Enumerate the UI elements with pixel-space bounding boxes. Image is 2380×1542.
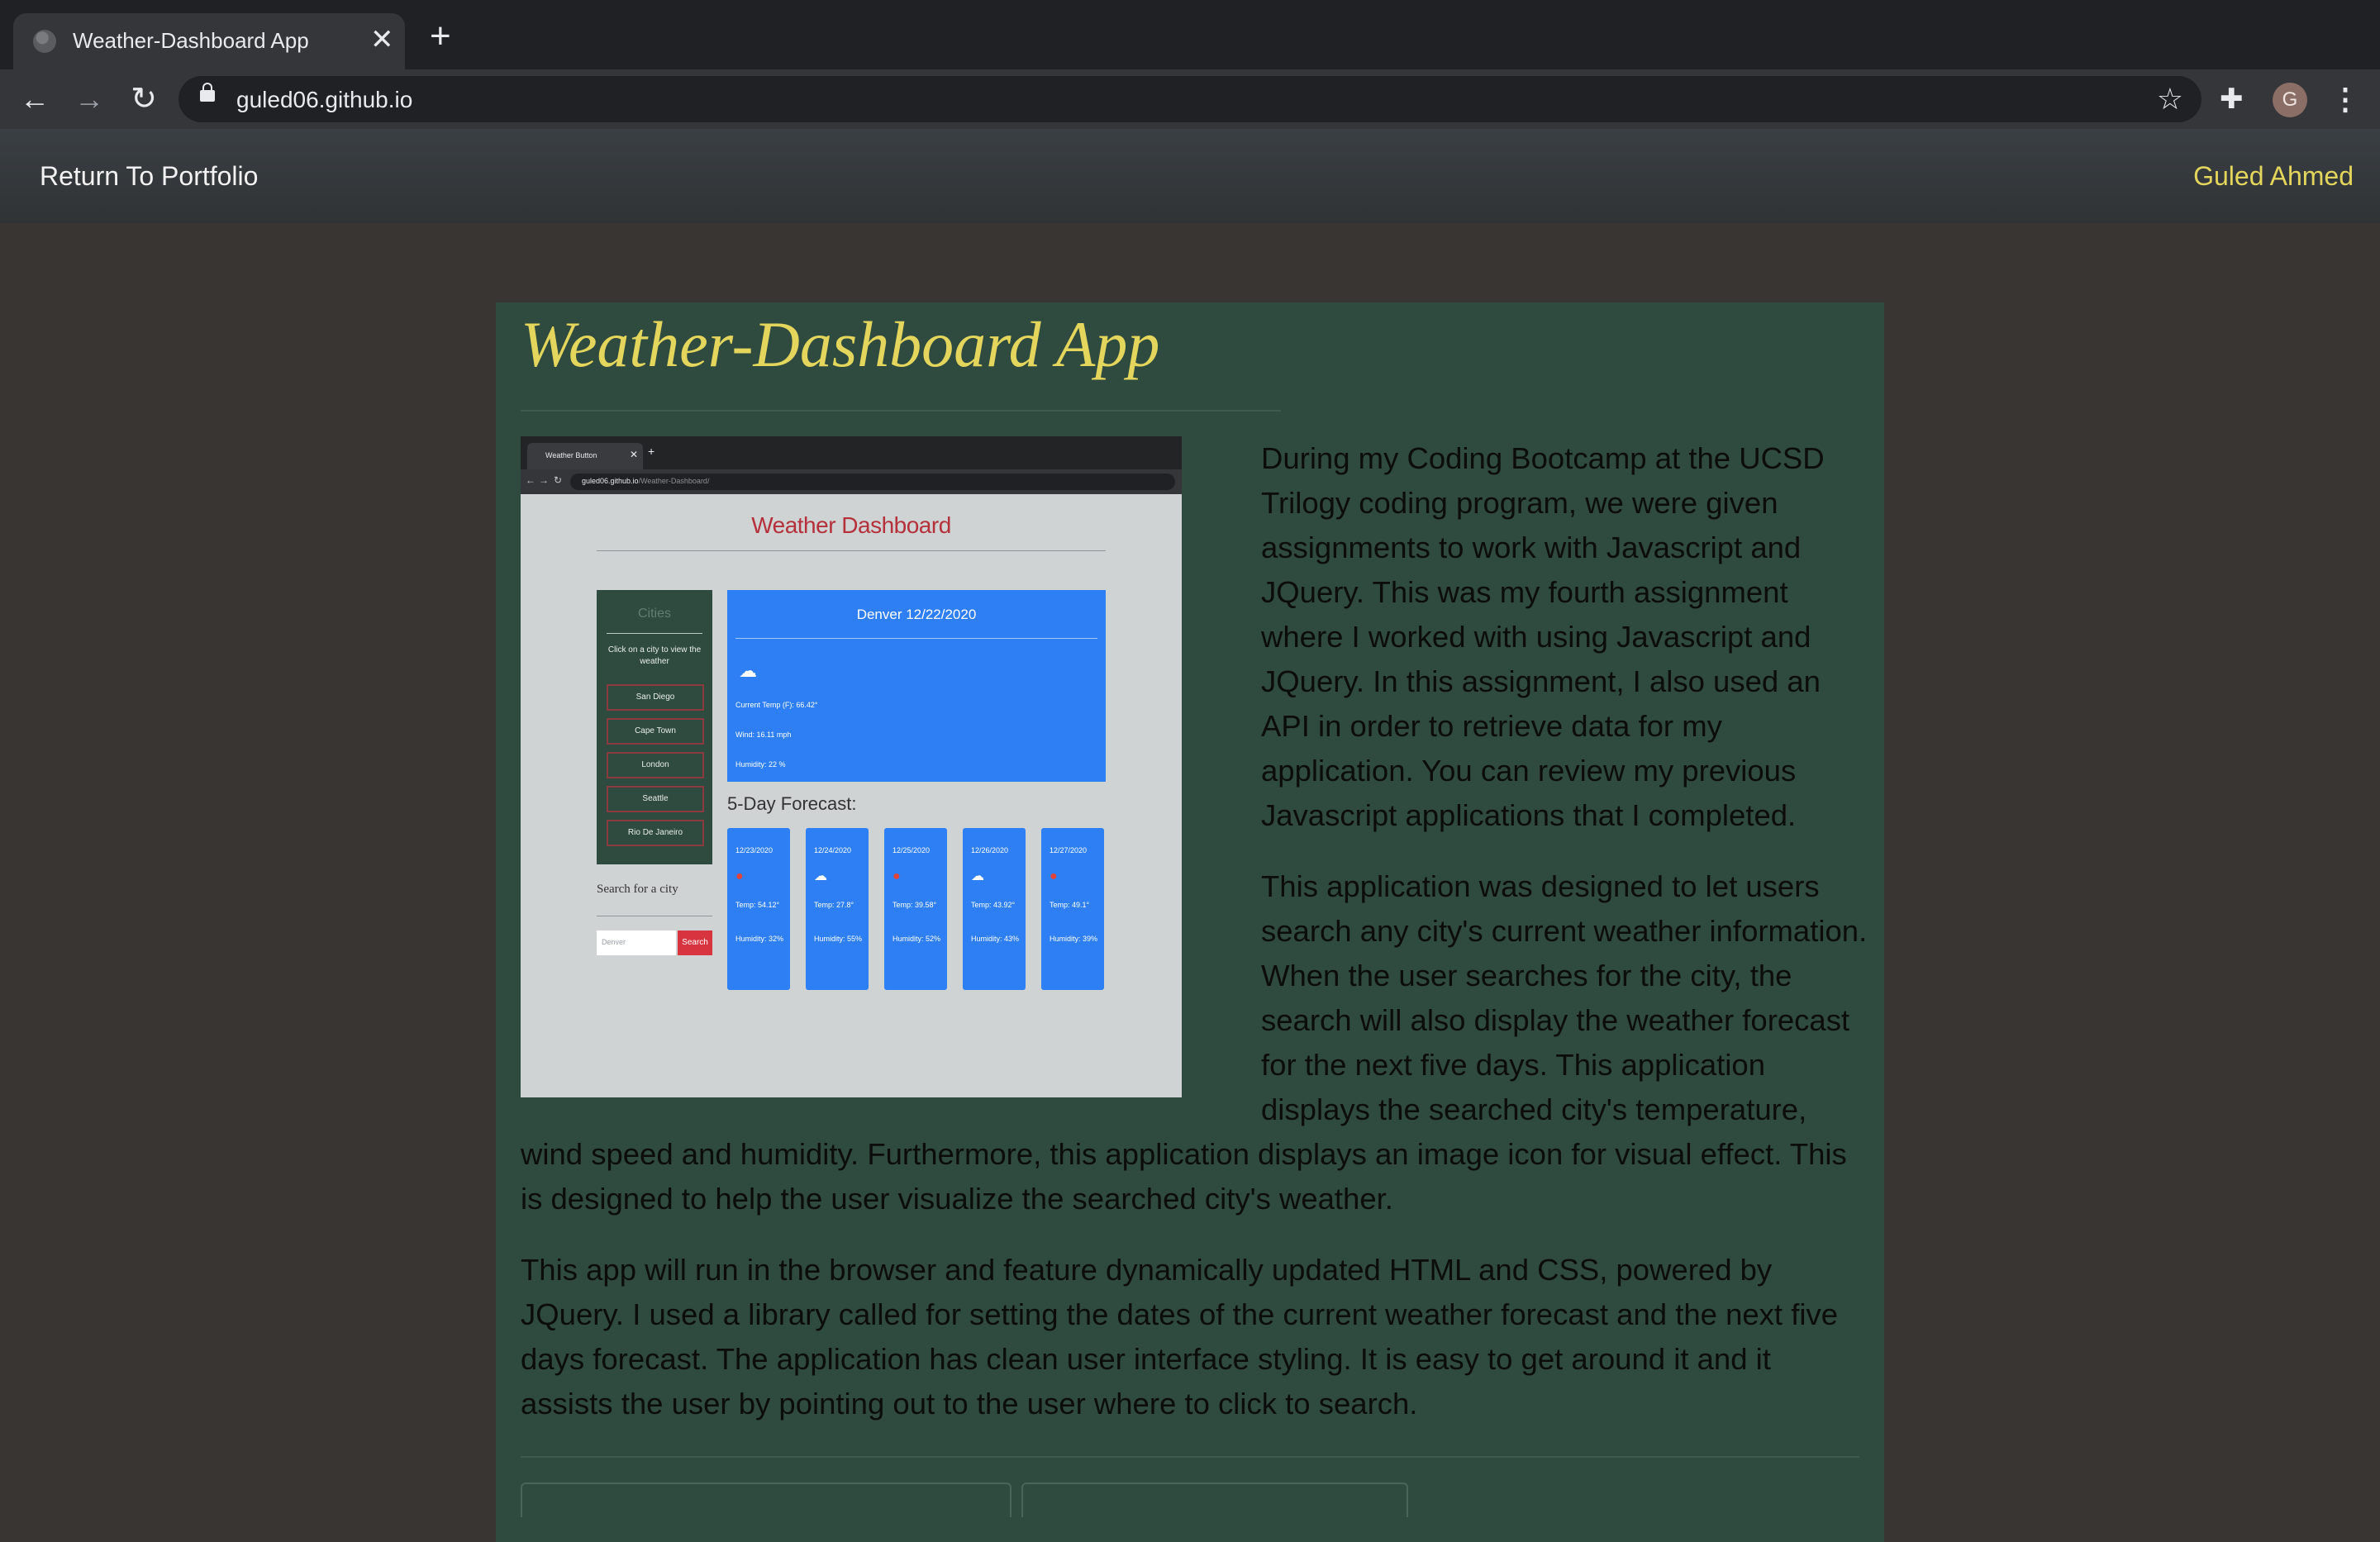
forecast-humidity: Humidity: 43% — [971, 935, 1020, 943]
forward-icon[interactable]: → — [71, 81, 107, 117]
sun-icon: ● — [1050, 869, 1058, 883]
new-tab-button[interactable]: + — [430, 18, 451, 55]
current-weather-divider — [735, 638, 1097, 639]
screenshot-url: guled06.github.io/Weather-Dashboard/ — [582, 477, 709, 485]
city-button: Cape Town — [607, 718, 704, 745]
city-button: London — [607, 752, 704, 778]
reload-icon[interactable]: ↻ — [126, 81, 162, 117]
forward-icon: → — [539, 474, 549, 486]
cloud-icon: ☁ — [814, 869, 827, 883]
project-link-button[interactable] — [1021, 1483, 1408, 1517]
reload-icon: ↻ — [554, 474, 563, 486]
browser-tab[interactable]: Weather-Dashboard App ✕ — [13, 13, 405, 69]
forecast-date: 12/23/2020 — [735, 846, 774, 854]
sun-icon: ● — [892, 869, 901, 883]
screenshot-tab-title: Weather Button — [545, 451, 597, 459]
screenshot-tab: Weather Button ✕ — [527, 443, 643, 469]
screenshot-address-bar: guled06.github.io/Weather-Dashboard/ — [570, 474, 1175, 490]
back-icon: ← — [526, 474, 536, 486]
menu-icon[interactable]: ⋮ — [2330, 81, 2360, 117]
screenshot-url-host: guled06.github.io — [582, 477, 639, 485]
globe-icon — [33, 30, 56, 53]
browser-toolbar: ← → ↻ guled06.github.io ☆ ✚ G ⋮ — [0, 69, 2380, 129]
plus-icon: + — [648, 445, 655, 458]
url-text[interactable]: guled06.github.io — [236, 87, 412, 113]
cities-title: Cities — [637, 607, 671, 621]
forecast-date: 12/27/2020 — [1050, 846, 1088, 854]
back-icon[interactable]: ← — [17, 81, 53, 117]
title-divider — [521, 410, 1281, 412]
forecast-temp: Temp: 27.8° — [814, 901, 854, 909]
search-label: Search for a city — [597, 883, 678, 896]
current-weather-panel: Denver 12/22/2020 ☁ Current Temp (F): 66… — [727, 590, 1106, 782]
browser-tabstrip: Weather-Dashboard App ✕ + — [0, 0, 2380, 69]
close-icon: ✕ — [630, 449, 639, 460]
current-wind: Wind: 16.11 mph — [735, 731, 792, 739]
description-paragraph: This app will run in the browser and fea… — [521, 1253, 1839, 1421]
lock-icon[interactable] — [200, 83, 215, 102]
city-button: Seattle — [607, 786, 704, 812]
forecast-humidity: Humidity: 55% — [814, 935, 863, 943]
address-bar[interactable]: guled06.github.io ☆ — [178, 76, 2202, 122]
forecast-date: 12/26/2020 — [971, 846, 1009, 854]
profile-avatar[interactable]: G — [2273, 83, 2307, 117]
project-link-button[interactable] — [521, 1483, 1011, 1517]
tab-close-icon[interactable]: ✕ — [370, 23, 394, 56]
tab-title: Weather-Dashboard App — [73, 28, 309, 53]
extensions-icon[interactable]: ✚ — [2220, 81, 2244, 117]
screenshot-search-input: Denver — [597, 930, 676, 955]
screenshot-tabbar: Weather Button ✕ + — [521, 436, 1182, 469]
forecast-date: 12/24/2020 — [814, 846, 852, 854]
cities-hint: Click on a city to view the weather — [607, 645, 702, 666]
forecast-temp: Temp: 54.12° — [735, 901, 780, 909]
screenshot-heading: Weather Dashboard — [751, 512, 951, 538]
screenshot-toolbar: ← → ↻ guled06.github.io/Weather-Dashboar… — [521, 469, 1182, 494]
forecast-temp: Temp: 39.58° — [892, 901, 937, 909]
current-humidity: Humidity: 22 % — [735, 760, 786, 769]
city-button: Rio De Janeiro — [607, 820, 704, 846]
project-card: Weather-Dashboard App During my Coding B… — [496, 302, 1884, 1542]
screenshot-url-path: /Weather-Dashboard/ — [638, 477, 710, 485]
forecast-card: 12/24/2020 ☁ Temp: 27.8° Humidity: 55% — [806, 828, 869, 990]
page-content: Return To Portfolio Guled Ahmed Weather-… — [0, 129, 2380, 1542]
forecast-card: 12/27/2020 ● Temp: 49.1° Humidity: 39% — [1041, 828, 1104, 990]
forecast-humidity: Humidity: 39% — [1050, 935, 1098, 943]
forecast-title: 5-Day Forecast: — [727, 793, 857, 814]
screenshot-divider — [597, 550, 1106, 551]
city-button: San Diego — [607, 684, 704, 711]
forecast-temp: Temp: 43.92° — [971, 901, 1016, 909]
current-temp: Current Temp (F): 66.42° — [735, 701, 818, 709]
cloud-icon: ☁ — [971, 869, 984, 883]
current-weather-title: Denver 12/22/2020 — [856, 607, 977, 622]
forecast-humidity: Humidity: 32% — [735, 935, 784, 943]
forecast-card: 12/26/2020 ☁ Temp: 43.92° Humidity: 43% — [963, 828, 1026, 990]
forecast-humidity: Humidity: 52% — [892, 935, 941, 943]
sun-icon: ● — [735, 869, 744, 883]
cloud-icon: ☁ — [739, 660, 757, 681]
project-title: Weather-Dashboard App — [521, 308, 1160, 380]
cities-divider — [607, 633, 702, 634]
star-icon[interactable]: ☆ — [2157, 81, 2183, 117]
site-navbar: Return To Portfolio Guled Ahmed — [0, 129, 2380, 223]
bottom-divider — [521, 1456, 1859, 1458]
forecast-card: 12/23/2020 ● Temp: 54.12° Humidity: 32% — [727, 828, 790, 990]
return-to-portfolio-link[interactable]: Return To Portfolio — [40, 161, 258, 192]
project-screenshot: Weather Button ✕ + ← → ↻ guled06.github.… — [521, 436, 1182, 1097]
screenshot-cities-panel: Cities Click on a city to view the weath… — [597, 590, 712, 864]
forecast-card: 12/25/2020 ● Temp: 39.58° Humidity: 52% — [884, 828, 947, 990]
forecast-date: 12/25/2020 — [892, 846, 931, 854]
author-name[interactable]: Guled Ahmed — [2193, 161, 2354, 192]
search-placeholder: Denver — [602, 938, 626, 946]
screenshot-search-button: Search — [678, 930, 712, 955]
forecast-temp: Temp: 49.1° — [1050, 901, 1090, 909]
